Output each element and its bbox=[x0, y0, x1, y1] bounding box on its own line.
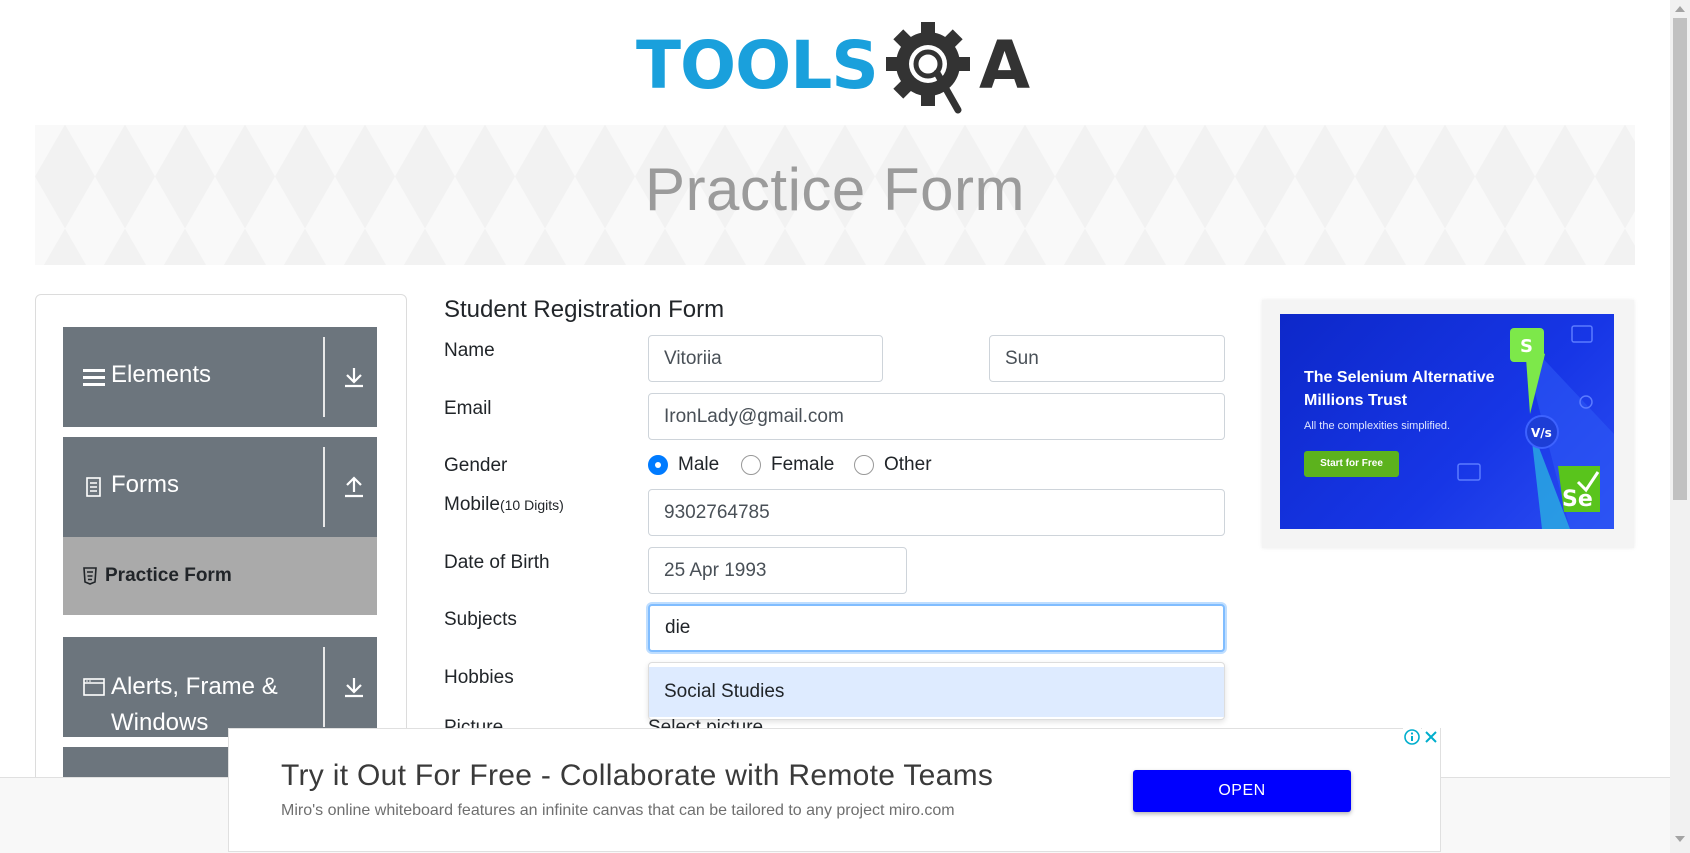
subjects-autocomplete-menu: Social Studies bbox=[648, 662, 1225, 720]
sidebar-group-elements[interactable]: Elements bbox=[63, 327, 377, 427]
ad-info-icon[interactable] bbox=[1403, 728, 1421, 746]
ad-open-button[interactable]: OPEN bbox=[1133, 770, 1351, 812]
radio-button-selected[interactable] bbox=[648, 455, 668, 475]
upload-arrow-icon[interactable] bbox=[343, 475, 365, 499]
page-scrollbar[interactable] bbox=[1670, 0, 1690, 853]
dob-label: Date of Birth bbox=[444, 552, 550, 573]
ad-close-icon[interactable] bbox=[1422, 728, 1440, 746]
divider bbox=[323, 647, 325, 727]
window-icon bbox=[83, 678, 105, 696]
email-label: Email bbox=[444, 398, 492, 419]
name-label: Name bbox=[444, 340, 495, 361]
svg-text:V/s: V/s bbox=[1531, 426, 1552, 440]
radio-label: Female bbox=[771, 454, 835, 475]
svg-text:Se: Se bbox=[1562, 487, 1593, 512]
mobile-label-text: Mobile bbox=[444, 494, 500, 515]
document-icon bbox=[86, 477, 101, 497]
radio-button[interactable] bbox=[854, 455, 874, 475]
scroll-thumb[interactable] bbox=[1673, 18, 1687, 500]
hamburger-icon bbox=[83, 369, 105, 386]
ad-headline: The Selenium Alternative Millions Trust bbox=[1304, 369, 1495, 409]
svg-text:S: S bbox=[1520, 336, 1533, 357]
radio-label: Other bbox=[884, 454, 932, 475]
last-name-input[interactable]: Sun bbox=[989, 335, 1225, 382]
sidebar-group-label: Elements bbox=[111, 361, 212, 388]
ad-subtext: All the complexities simplified. bbox=[1304, 420, 1451, 432]
gender-radio-male[interactable]: Male bbox=[648, 454, 719, 476]
scroll-up-icon[interactable] bbox=[1675, 6, 1685, 12]
radio-label: Male bbox=[678, 454, 720, 475]
autocomplete-option[interactable]: Social Studies bbox=[649, 667, 1224, 717]
download-arrow-icon[interactable] bbox=[343, 365, 365, 389]
download-arrow-icon[interactable] bbox=[343, 675, 365, 699]
bottom-advertisement[interactable]: Try it Out For Free - Collaborate with R… bbox=[228, 728, 1441, 852]
sidebar-group-label: Forms bbox=[111, 471, 179, 498]
sidebar-item-label: Practice Form bbox=[105, 565, 232, 586]
subjects-label: Subjects bbox=[444, 609, 517, 630]
html5-icon bbox=[83, 567, 97, 585]
side-advertisement[interactable]: S V/s Se The Selenium Alternative Millio… bbox=[1262, 300, 1634, 548]
gear-magnifier-icon bbox=[886, 22, 970, 114]
gender-radio-other[interactable]: Other bbox=[854, 454, 932, 476]
mobile-label: Mobile(10 Digits) bbox=[444, 494, 564, 516]
ad-cta-button[interactable]: Start for Free bbox=[1304, 451, 1399, 477]
page-title: Practice Form bbox=[645, 156, 1025, 223]
gender-radio-female[interactable]: Female bbox=[741, 454, 834, 476]
ad-title[interactable]: Try it Out For Free - Collaborate with R… bbox=[281, 759, 993, 793]
sidebar-group-alerts[interactable]: Alerts, Frame & Windows bbox=[63, 637, 377, 737]
page-banner: Practice Form bbox=[35, 125, 1635, 265]
scroll-down-icon[interactable] bbox=[1675, 836, 1685, 842]
sidebar-group-label-line2: Windows bbox=[111, 709, 209, 736]
logo-text-a: A bbox=[979, 27, 1030, 104]
radio-button[interactable] bbox=[741, 455, 761, 475]
mobile-hint: (10 Digits) bbox=[499, 497, 564, 513]
ad-creative[interactable]: S V/s Se The Selenium Alternative Millio… bbox=[1280, 314, 1614, 529]
toolsqa-logo[interactable]: TOOLS A bbox=[636, 22, 1038, 114]
date-of-birth-input[interactable]: 25 Apr 1993 bbox=[648, 547, 907, 594]
email-input[interactable]: IronLady@gmail.com bbox=[648, 393, 1225, 440]
ad-description: Miro's online whiteboard features an inf… bbox=[281, 802, 955, 819]
gender-label: Gender bbox=[444, 455, 508, 476]
mobile-input[interactable]: 9302764785 bbox=[648, 489, 1225, 536]
sidebar-item-practice-form[interactable]: Practice Form bbox=[63, 537, 377, 615]
divider bbox=[323, 447, 325, 527]
hobbies-label: Hobbies bbox=[444, 667, 514, 688]
logo-text-tools: TOOLS bbox=[636, 27, 878, 104]
first-name-input[interactable]: Vitoriia bbox=[648, 335, 883, 382]
browser-icon bbox=[1457, 463, 1481, 481]
divider bbox=[323, 337, 325, 417]
sidebar-group-forms[interactable]: Forms bbox=[63, 437, 377, 537]
form-title: Student Registration Form bbox=[444, 296, 725, 323]
subjects-input[interactable]: die bbox=[648, 604, 1225, 652]
sidebar-group-label-line1: Alerts, Frame & bbox=[111, 673, 278, 700]
code-icon bbox=[1571, 325, 1593, 343]
